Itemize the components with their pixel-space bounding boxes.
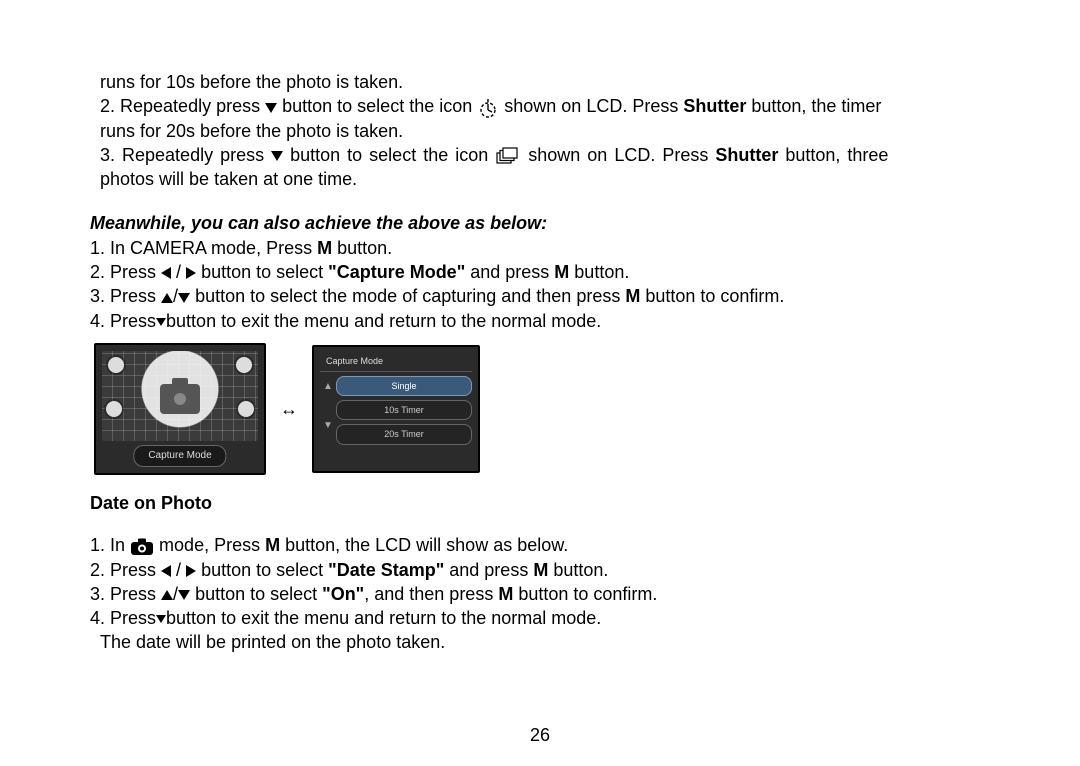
down-triangle-icon (156, 318, 166, 326)
up-chevron-icon: ▲ (323, 380, 333, 394)
intro-item-3: 3. Repeatedly press button to select the… (100, 143, 990, 167)
down-triangle-icon (265, 103, 277, 113)
date-on-photo-heading: Date on Photo (90, 491, 990, 515)
orbit-dot (106, 401, 122, 417)
meanwhile-list: 1. In CAMERA mode, Press M button. 2. Pr… (90, 236, 990, 333)
menu-item-20s: 20s Timer (336, 424, 472, 444)
intro-item-3-cont: photos will be taken at one time. (100, 167, 990, 191)
shutter-label: Shutter (715, 145, 778, 165)
menu-body: ▲ ▼ Single 10s Timer 20s Timer (320, 376, 472, 444)
m-label: M (625, 286, 640, 306)
text: , and then press (364, 584, 498, 604)
text: 2. Repeatedly press (100, 96, 265, 116)
orbit-dot (236, 357, 252, 373)
burst-stack-icon (495, 146, 521, 166)
m-label: M (317, 238, 332, 258)
date-5: The date will be printed on the photo ta… (90, 630, 990, 654)
text: button to select the mode of capturing a… (195, 286, 625, 306)
down-triangle-icon (178, 590, 190, 600)
text: 1. In CAMERA mode, Press (90, 238, 317, 258)
text: 3. Press (90, 286, 161, 306)
menu-item-single: Single (336, 376, 472, 396)
up-triangle-icon (161, 590, 173, 600)
m-label: M (533, 560, 548, 580)
text: 4. Press (90, 608, 156, 628)
text: 3. Repeatedly press (100, 145, 271, 165)
meanwhile-1: 1. In CAMERA mode, Press M button. (90, 236, 990, 260)
meanwhile-3: 3. Press / button to select the mode of … (90, 284, 990, 308)
menu-header: Capture Mode (320, 353, 472, 372)
orbit-dot (108, 357, 124, 373)
capture-mode-label: "Capture Mode" (328, 262, 465, 282)
text: button. (548, 560, 608, 580)
text: shown on LCD. Press (504, 96, 683, 116)
date-1: 1. In mode, Press M button, the LCD will… (90, 533, 990, 557)
text: button to select (195, 584, 322, 604)
capture-mode-pill: Capture Mode (133, 445, 226, 467)
text: button to select (201, 560, 328, 580)
lcd-preview-capture-mode: Capture Mode (94, 343, 266, 475)
intro-section: runs for 10s before the photo is taken. … (90, 70, 990, 191)
figure-row: Capture Mode ↔ Capture Mode ▲ ▼ Single 1… (94, 343, 990, 475)
text: button to confirm. (513, 584, 657, 604)
camera-mode-icon (130, 537, 154, 556)
down-triangle-icon (271, 151, 283, 161)
camera-icon (160, 384, 200, 414)
left-triangle-icon (161, 565, 171, 577)
up-triangle-icon (161, 293, 173, 303)
right-triangle-icon (186, 267, 196, 279)
menu-item-10s: 10s Timer (336, 400, 472, 420)
menu-arrows: ▲ ▼ (320, 376, 336, 444)
left-triangle-icon (161, 267, 171, 279)
text: 2. Press (90, 262, 161, 282)
text: 2. Press (90, 560, 161, 580)
on-label: "On" (322, 584, 364, 604)
text: button, the timer (751, 96, 881, 116)
text: button to select the icon (282, 96, 477, 116)
shutter-label: Shutter (683, 96, 746, 116)
date-list: 1. In mode, Press M button, the LCD will… (90, 533, 990, 654)
text: button, three (785, 145, 888, 165)
m-label: M (265, 535, 280, 555)
meanwhile-4: 4. Press button to exit the menu and retu… (90, 309, 990, 333)
text: 3. Press (90, 584, 161, 604)
intro-item-2: 2. Repeatedly press button to select the… (100, 94, 990, 118)
date-3: 3. Press / button to select "On", and th… (90, 582, 990, 606)
page-number: 26 (0, 725, 1080, 746)
down-triangle-icon (178, 293, 190, 303)
date-4: 4. Press button to exit the menu and retu… (90, 606, 990, 630)
double-arrow-icon: ↔ (280, 397, 298, 421)
date-2: 2. Press / button to select "Date Stamp"… (90, 558, 990, 582)
intro-item-2-cont: runs for 20s before the photo is taken. (100, 119, 990, 143)
text: and press (465, 262, 554, 282)
text: button to confirm. (640, 286, 784, 306)
text: button. (332, 238, 392, 258)
text: button to exit the menu and return to th… (166, 311, 601, 331)
intro-cont-line: runs for 10s before the photo is taken. (100, 70, 990, 94)
down-triangle-icon (156, 615, 166, 623)
orbit-dot (238, 401, 254, 417)
lcd-menu-capture-mode: Capture Mode ▲ ▼ Single 10s Timer 20s Ti… (312, 345, 480, 473)
right-triangle-icon (186, 565, 196, 577)
text: and press (444, 560, 533, 580)
date-stamp-label: "Date Stamp" (328, 560, 444, 580)
m-label: M (498, 584, 513, 604)
meanwhile-2: 2. Press / button to select "Capture Mod… (90, 260, 990, 284)
text: 1. In (90, 535, 130, 555)
text: button to select (201, 262, 328, 282)
timer-20s-icon (477, 97, 499, 117)
menu-items: Single 10s Timer 20s Timer (336, 376, 472, 444)
down-chevron-icon: ▼ (323, 419, 333, 433)
text: button to exit the menu and return to th… (166, 608, 601, 628)
m-label: M (554, 262, 569, 282)
manual-page: runs for 10s before the photo is taken. … (0, 0, 1080, 655)
text: shown on LCD. Press (528, 145, 715, 165)
text: button to select the icon (290, 145, 495, 165)
text: button. (569, 262, 629, 282)
text: button, the LCD will show as below. (280, 535, 568, 555)
meanwhile-heading: Meanwhile, you can also achieve the abov… (90, 211, 990, 235)
text: 4. Press (90, 311, 156, 331)
text: mode, Press (159, 535, 265, 555)
